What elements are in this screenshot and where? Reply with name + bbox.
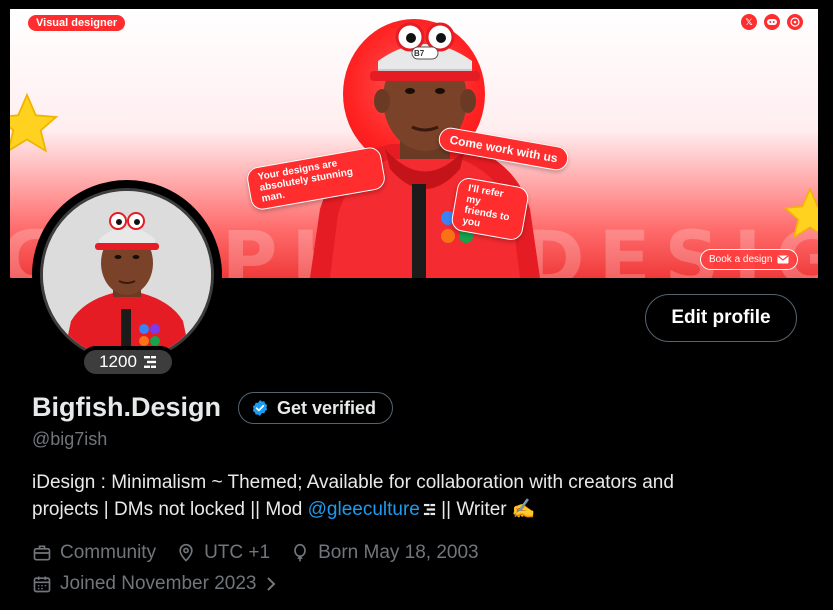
bubble-3-text: I'll refer my friends to you	[461, 182, 511, 230]
avatar-image	[40, 188, 214, 362]
mail-icon	[777, 255, 789, 264]
star-left-icon	[10, 92, 59, 153]
subscriber-badge[interactable]: 1200	[80, 346, 176, 378]
whatsapp-icon[interactable]	[787, 14, 803, 30]
bio-line-2-end: || Writer ✍️	[435, 499, 536, 520]
right-edge	[818, 0, 833, 610]
joined-label: Joined November 2023	[60, 573, 257, 594]
calendar-icon	[33, 576, 51, 593]
briefcase-icon	[33, 545, 51, 561]
badge-count: 1200	[99, 352, 137, 371]
mention-link[interactable]: @gleeculture	[308, 499, 420, 520]
display-name: Bigfish.Design	[32, 392, 222, 422]
x-icon[interactable]: 𝕏	[741, 14, 757, 30]
category-item: Community	[32, 542, 156, 564]
bio-line-2-start: projects | DMs not locked || Mod	[32, 499, 308, 520]
cap-label: B7	[414, 49, 425, 58]
balloon-icon	[294, 543, 306, 562]
star-right-icon	[783, 187, 818, 239]
verified-badge-icon	[252, 400, 268, 416]
avatar[interactable]	[32, 180, 222, 370]
bio: iDesign : Minimalism ~ Themed; Available…	[32, 469, 792, 523]
book-design-label: Book a design	[709, 254, 773, 265]
birthday-item: Born May 18, 2003	[290, 542, 479, 564]
category-label[interactable]: Community	[60, 542, 156, 564]
banner-tag: Visual designer	[28, 15, 126, 31]
stack-icon	[423, 503, 435, 516]
discord-icon[interactable]	[764, 14, 780, 30]
location-item: UTC +1	[176, 542, 270, 564]
location-label: UTC +1	[204, 542, 271, 563]
profile-joined-row: Joined November 2023	[32, 573, 278, 595]
get-verified-label: Get verified	[277, 397, 377, 418]
top-strip	[0, 0, 833, 9]
book-design-button[interactable]: Book a design	[700, 249, 799, 270]
location-pin-icon	[179, 543, 193, 562]
profile-meta-row: Community UTC +1 Born May 18, 2003	[32, 542, 479, 564]
stack-icon	[143, 356, 156, 368]
get-verified-button[interactable]: Get verified	[238, 392, 394, 424]
joined-item[interactable]: Joined November 2023	[32, 573, 278, 595]
chevron-right-icon	[267, 577, 276, 591]
edit-profile-button[interactable]: Edit profile	[645, 294, 797, 342]
birthday-label: Born May 18, 2003	[318, 542, 479, 563]
bio-line-1: iDesign : Minimalism ~ Themed; Available…	[32, 472, 674, 493]
handle: @big7ish	[32, 429, 108, 449]
bio-line-2: projects | DMs not locked || Mod @gleecu…	[32, 496, 792, 523]
